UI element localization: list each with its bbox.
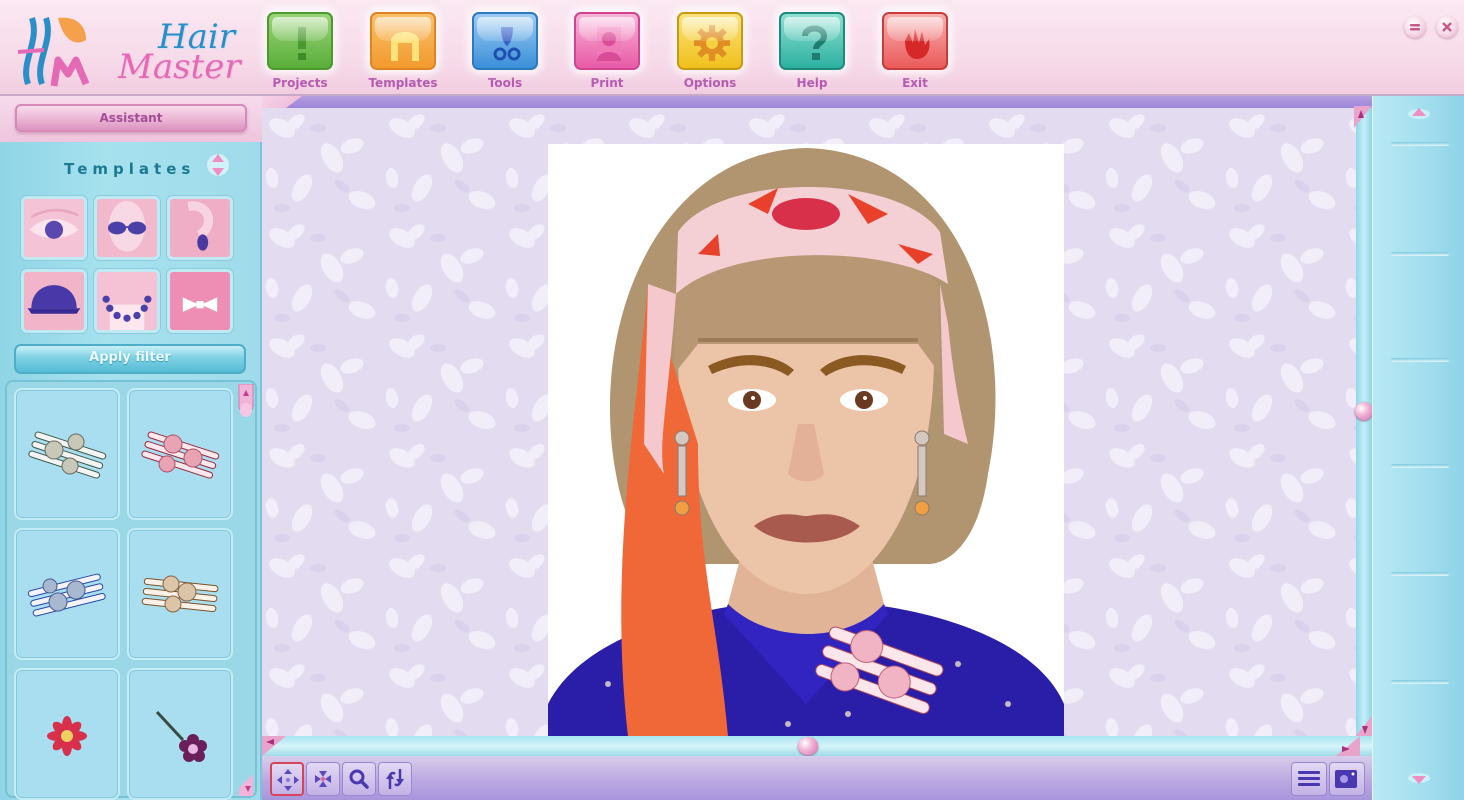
ruler-mark [1391,572,1449,576]
close-icon [1442,22,1452,32]
shrink-tool-button[interactable] [306,762,340,796]
eye-icon [24,199,84,257]
portrait-photo[interactable] [548,144,1064,736]
toolbar-options-label: Options [683,76,737,90]
minimize-button[interactable] [1404,16,1426,38]
camera-icon [1335,770,1357,788]
hand-icon [905,29,930,59]
toolbar-help-label: Help [796,76,828,90]
horizontal-scroll-thumb[interactable] [798,737,818,755]
list-icon [1298,771,1320,786]
item-clip-gold-flowers[interactable] [127,528,233,660]
ruler-mark [1391,358,1449,362]
bowtie-icon [170,272,230,330]
vertical-scroll-thumb[interactable] [1355,402,1373,420]
toolbar-print-label: Print [590,76,624,90]
toolbar-templates-label: Templates [368,76,438,90]
move-tool-button[interactable] [270,762,304,796]
hair-clip-icon [141,431,220,479]
assistant-button[interactable]: Assistant [15,104,247,132]
necklace-icon [97,272,157,330]
toolbar-templates-button[interactable]: Templates [358,10,448,94]
toolbar-exit-label: Exit [902,76,928,90]
toolbar-options-button[interactable]: Options [665,10,755,94]
earring-icon [170,199,230,257]
ruler-down-arrow-icon[interactable] [1407,772,1431,788]
list-view-button[interactable] [1291,762,1327,796]
templates-section-title: Templates [64,160,196,178]
hair-clip-icon [141,575,219,613]
app-logo: Hair Master [6,8,246,90]
logo-text-master: Master [118,47,241,87]
canvas-top-border [262,96,1372,108]
close-button[interactable] [1436,16,1458,38]
ruler-up-arrow-icon[interactable] [1407,104,1431,120]
shrink-arrows-icon [315,771,331,787]
ruler-mark [1391,464,1449,468]
photo-view-button[interactable] [1329,762,1365,796]
hair-master-logo-icon [17,17,90,87]
canvas-vertical-scrollbar[interactable] [1356,108,1372,738]
toolbar-exit-button[interactable]: Exit [870,10,960,94]
gear-icon [694,25,730,61]
question-icon [802,25,828,60]
scroll-down-arrow-icon[interactable] [1354,716,1372,738]
bottom-toolbar [262,756,1372,800]
toolbar-tools-button[interactable]: Tools [460,10,550,94]
magnifier-icon [349,769,369,789]
top-header: Hair Master Projects Templates Tools Pri… [0,0,1464,96]
template-glasses[interactable] [94,196,160,260]
minimize-icon [1410,24,1420,31]
item-clip-silver-flowers[interactable] [14,388,120,520]
toolbar-print-button[interactable]: Print [562,10,652,94]
templates-spinner[interactable] [206,149,230,181]
rotate-arrows-icon [386,769,404,789]
item-clip-blue-flowers[interactable] [14,528,120,660]
flower-pin-icon [155,710,207,762]
move-arrows-icon [277,769,299,791]
exclamation-icon [298,27,306,60]
item-clip-pink-flowers[interactable] [127,388,233,520]
apply-filter-button[interactable]: Apply filter [14,344,246,374]
scissors-icon [493,27,521,61]
toolbar-tools-label: Tools [487,76,523,90]
sunglasses-icon [97,199,157,257]
template-bows[interactable] [167,269,233,333]
item-flower-pin[interactable] [127,668,233,800]
right-ruler-panel [1372,96,1464,800]
zoom-tool-button[interactable] [342,762,376,796]
ruler-mark [1391,252,1449,256]
items-scrollbar[interactable] [237,384,255,796]
template-earrings[interactable] [167,196,233,260]
toolbar-projects-button[interactable]: Projects [255,10,345,94]
cap-icon [24,272,84,330]
scroll-left-arrow-icon[interactable] [262,736,286,756]
template-eyes[interactable] [21,196,87,260]
work-canvas[interactable] [262,108,1356,736]
hair-clip-icon [28,431,107,479]
template-hats[interactable] [21,269,87,333]
template-necklaces[interactable] [94,269,160,333]
portrait-icon [597,27,621,61]
item-red-daisy[interactable] [14,668,120,800]
portrait-image [548,148,1064,736]
toolbar-projects-label: Projects [272,76,328,90]
flower-icon [47,716,87,756]
ruler-mark [1391,142,1449,146]
toolbar-help-button[interactable]: Help [767,10,857,94]
hair-icon [391,32,419,61]
hair-clip-icon [27,573,106,617]
rotate-tool-button[interactable] [378,762,412,796]
ruler-mark [1391,680,1449,684]
scroll-up-arrow-icon[interactable] [1354,106,1372,128]
scroll-right-arrow-icon[interactable] [1336,736,1360,756]
